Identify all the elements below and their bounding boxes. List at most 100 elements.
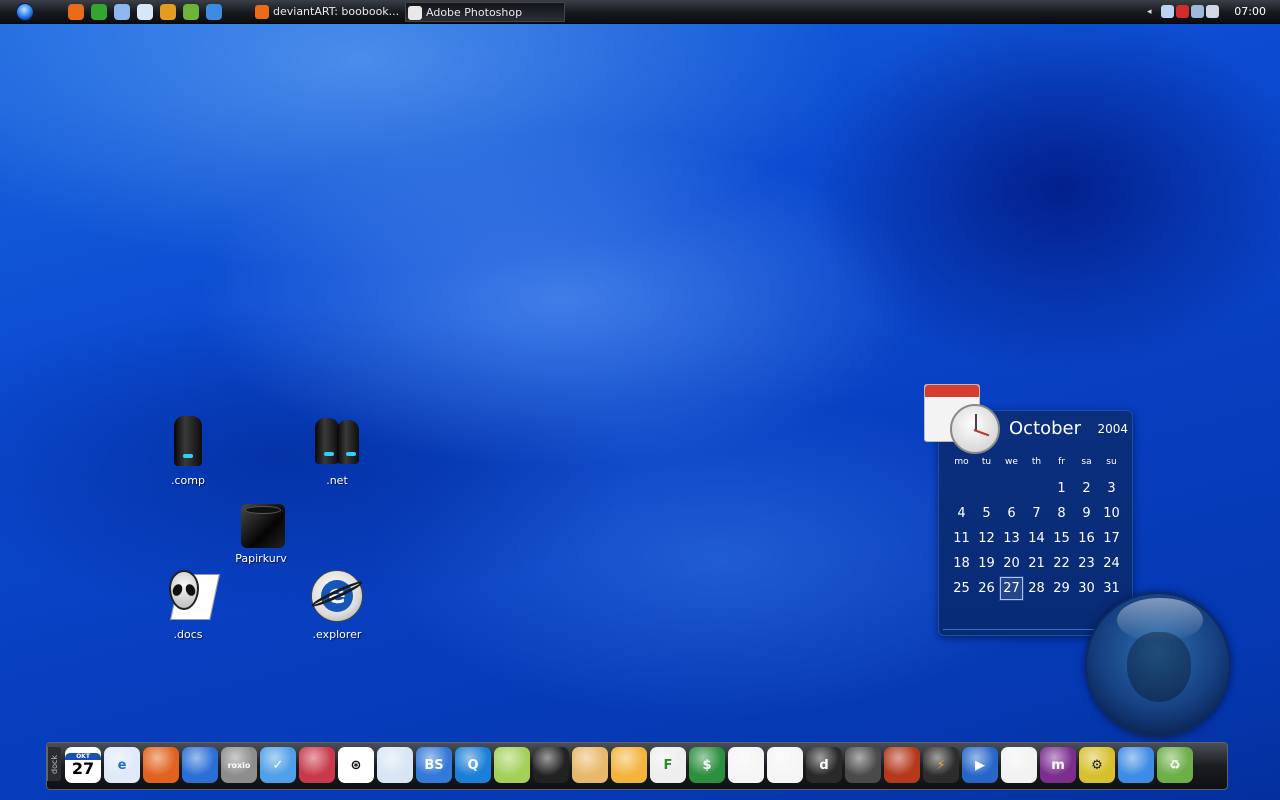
calendar-day[interactable]: 22 bbox=[1049, 551, 1074, 576]
calendar-day[interactable]: 23 bbox=[1074, 551, 1099, 576]
calendar-day[interactable]: 19 bbox=[974, 551, 999, 576]
hard-drive-icon[interactable] bbox=[845, 747, 881, 783]
dock-icon-glyph: Q bbox=[467, 757, 479, 773]
calendar-day[interactable]: 20 bbox=[999, 551, 1024, 576]
dock-icon-glyph: ✓ bbox=[272, 757, 284, 773]
calendar-weekday: mo bbox=[954, 457, 969, 467]
calendar-day[interactable]: 10 bbox=[1099, 501, 1124, 526]
calendar-week-row: 11 12 13 14 15 16 17 bbox=[949, 526, 1124, 551]
calendar-day[interactable]: 11 bbox=[949, 526, 974, 551]
media-player-icon[interactable] bbox=[137, 4, 153, 20]
taskbar-button-label: deviantART: boobook... bbox=[273, 5, 398, 18]
calendar-day[interactable]: 17 bbox=[1099, 526, 1124, 551]
calendar-day[interactable]: 7 bbox=[1024, 501, 1049, 526]
apple-orb-widget[interactable] bbox=[1085, 592, 1231, 738]
book-icon[interactable] bbox=[884, 747, 920, 783]
calendar-day[interactable]: 8 bbox=[1049, 501, 1074, 526]
taskbar-button[interactable]: Adobe Photoshop bbox=[405, 2, 565, 22]
search-icon[interactable] bbox=[206, 4, 222, 20]
calendar-day[interactable]: 14 bbox=[1024, 526, 1049, 551]
calendar-day[interactable]: 13 bbox=[999, 526, 1024, 551]
start-button[interactable] bbox=[16, 3, 34, 21]
calendar-day[interactable]: 21 bbox=[1024, 551, 1049, 576]
calendar-day[interactable]: 4 bbox=[949, 501, 974, 526]
calendar-day[interactable]: 16 bbox=[1074, 526, 1099, 551]
ftp-icon[interactable]: F bbox=[650, 747, 686, 783]
calendar-icon[interactable]: OKT 27 bbox=[65, 747, 101, 783]
horse-icon[interactable] bbox=[533, 747, 569, 783]
settings-gear-icon[interactable]: ⚙ bbox=[1079, 747, 1115, 783]
desktop-icon-comp[interactable]: .comp bbox=[143, 414, 233, 487]
calendar-day[interactable]: 24 bbox=[1099, 551, 1124, 576]
quicktime-icon[interactable]: Q bbox=[455, 747, 491, 783]
ipod-icon[interactable] bbox=[728, 747, 764, 783]
paint-icon[interactable] bbox=[572, 747, 608, 783]
calendar-day bbox=[949, 476, 974, 501]
dock-icon-glyph: e bbox=[117, 757, 127, 773]
show-hidden-icons-button[interactable]: ◂ bbox=[1147, 0, 1152, 24]
taskbar-button[interactable]: deviantART: boobook... bbox=[253, 2, 398, 22]
dock-tab[interactable]: dock bbox=[47, 747, 61, 781]
show-desktop-icon[interactable] bbox=[114, 4, 130, 20]
calendar-day[interactable]: 3 bbox=[1099, 476, 1124, 501]
recycle-bin-icon bbox=[237, 500, 285, 548]
reader-icon[interactable] bbox=[611, 747, 647, 783]
calendar-day[interactable]: 31 bbox=[1099, 576, 1124, 601]
calendar-weekday: tu bbox=[981, 457, 992, 467]
calendar-day[interactable]: 18 bbox=[949, 551, 974, 576]
ipod-white-icon[interactable] bbox=[767, 747, 803, 783]
network-icon[interactable] bbox=[1161, 5, 1174, 18]
calendar-month: October bbox=[1009, 418, 1082, 439]
internet-explorer-icon[interactable]: e bbox=[104, 747, 140, 783]
desktop-icon-docs[interactable]: .docs bbox=[143, 568, 233, 641]
calendar-day[interactable]: 28 bbox=[1024, 576, 1049, 601]
desktop-icon-papirkurv[interactable]: Papirkurv bbox=[216, 500, 306, 565]
utility-icon[interactable] bbox=[183, 4, 199, 20]
calendar-day[interactable]: 9 bbox=[1074, 501, 1099, 526]
dock-icon-glyph: ⚡ bbox=[936, 757, 946, 773]
calendar-day[interactable]: 6 bbox=[999, 501, 1024, 526]
dvd-icon[interactable] bbox=[377, 747, 413, 783]
globe-icon[interactable]: $ bbox=[689, 747, 725, 783]
calendar-weekday: su bbox=[1106, 457, 1117, 467]
mirc-icon[interactable]: m bbox=[1040, 747, 1076, 783]
winamp-icon[interactable]: ⚡ bbox=[923, 747, 959, 783]
dreamweaver-icon[interactable]: d bbox=[806, 747, 842, 783]
internet-explorer-icon[interactable] bbox=[91, 4, 107, 20]
maya-icon[interactable] bbox=[299, 747, 335, 783]
recycle-icon[interactable]: ♻ bbox=[1157, 747, 1193, 783]
calendar-day[interactable]: 30 bbox=[1074, 576, 1099, 601]
dock-icon-glyph: ⚙ bbox=[1091, 757, 1103, 773]
calendar-day[interactable]: 12 bbox=[974, 526, 999, 551]
3ds-max-icon[interactable]: ⊛ bbox=[338, 747, 374, 783]
volume-icon[interactable] bbox=[1191, 5, 1204, 18]
calendar-day[interactable]: 2 bbox=[1074, 476, 1099, 501]
thunderbird-icon[interactable] bbox=[182, 747, 218, 783]
notepad-icon[interactable] bbox=[494, 747, 530, 783]
bsplayer-icon[interactable]: BS bbox=[416, 747, 452, 783]
firefox-icon[interactable] bbox=[68, 4, 84, 20]
calendar-day[interactable]: 5 bbox=[974, 501, 999, 526]
messenger-icon[interactable] bbox=[1206, 5, 1219, 18]
calendar-week-row: 18 19 20 21 22 23 24 bbox=[949, 551, 1124, 576]
desktop-icon-label: .explorer bbox=[312, 628, 362, 641]
msn-butterfly-icon[interactable] bbox=[1001, 747, 1037, 783]
firefox-icon[interactable] bbox=[143, 747, 179, 783]
calendar-day[interactable]: 25 bbox=[949, 576, 974, 601]
roxio-icon[interactable]: roxio bbox=[221, 747, 257, 783]
calendar-day[interactable]: 26 bbox=[974, 576, 999, 601]
calendar-day[interactable]: 15 bbox=[1049, 526, 1074, 551]
network-tools-icon[interactable] bbox=[1118, 747, 1154, 783]
calendar-day[interactable]: 29 bbox=[1049, 576, 1074, 601]
alien-documents-icon bbox=[159, 568, 220, 624]
taskbar-button-label: Adobe Photoshop bbox=[426, 6, 523, 19]
taskbar-clock[interactable]: 07:00 bbox=[1234, 0, 1266, 24]
media-player-icon[interactable]: ▶ bbox=[962, 747, 998, 783]
desktop-icon-explorer[interactable]: e .explorer bbox=[292, 568, 382, 641]
winamp-icon[interactable] bbox=[160, 4, 176, 20]
messenger-icon[interactable]: ✓ bbox=[260, 747, 296, 783]
calendar-day[interactable]: 27 bbox=[999, 576, 1024, 601]
calendar-day[interactable]: 1 bbox=[1049, 476, 1074, 501]
antivirus-icon[interactable] bbox=[1176, 5, 1189, 18]
desktop-icon-net[interactable]: .net bbox=[292, 414, 382, 487]
